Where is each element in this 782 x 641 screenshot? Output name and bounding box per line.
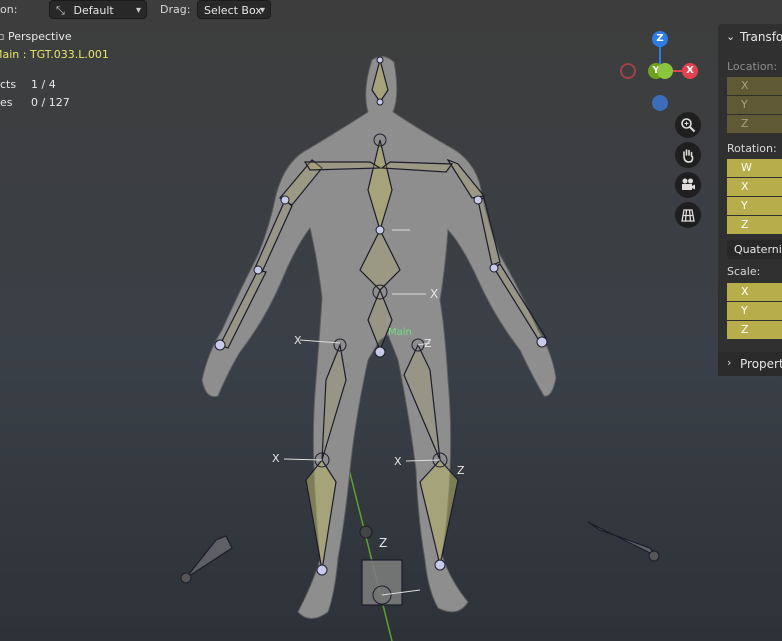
root-widget (361, 559, 403, 606)
chevron-right-icon: › (727, 356, 732, 369)
gizmo-neg-y-axis[interactable] (657, 63, 673, 79)
camera-view-button[interactable] (675, 172, 701, 198)
root-bone-label: Main (388, 327, 412, 338)
rotation-y-field[interactable]: Y (727, 197, 782, 215)
scale-x-field[interactable]: X (727, 283, 782, 301)
shin-right-z-axis-label: Z (457, 464, 465, 477)
scale-z-field[interactable]: Z (727, 321, 782, 339)
rotation-w-field[interactable]: W (727, 159, 782, 177)
thigh-x-axis-label: X (294, 334, 302, 347)
pan-button[interactable] (675, 142, 701, 168)
shin-x-axis-label: X (272, 452, 280, 465)
properties-subpanel[interactable]: › Properti (718, 352, 782, 376)
bone-clavicle-left (303, 161, 383, 171)
hand-icon (683, 149, 694, 163)
location-z-field[interactable]: Z (727, 115, 782, 133)
rotation-z-field[interactable]: Z (727, 216, 782, 234)
gizmo-z-axis[interactable]: Z (652, 31, 668, 47)
gizmo-x-axis[interactable]: X (682, 63, 698, 79)
scale-y-field[interactable]: Y (727, 302, 782, 320)
shin-right-x-axis-label: X (394, 455, 402, 468)
location-label: Location: (727, 60, 778, 73)
gizmo-neg-z-axis[interactable] (652, 95, 668, 111)
camera-icon (682, 178, 695, 190)
gizmo-neg-x-axis[interactable] (620, 63, 636, 79)
rotation-x-field[interactable]: X (727, 178, 782, 196)
hips-x-axis-label: X (430, 287, 439, 301)
zoom-icon (681, 118, 696, 133)
root-z-axis-label: Z (379, 536, 388, 550)
rotation-label: Rotation: (727, 142, 777, 155)
rotation-mode-dropdown[interactable]: Quaternio (727, 240, 782, 259)
scale-label: Scale: (727, 265, 761, 278)
sidebar-panel: ⌄ Transfo Location: X Y Z Rotation: W X … (718, 24, 782, 376)
grid-icon (681, 209, 695, 222)
properties-panel-title: Properti (740, 357, 782, 371)
transform-panel-title[interactable]: Transfo (740, 30, 782, 44)
zoom-button[interactable] (675, 112, 701, 138)
location-x-field[interactable]: X (727, 77, 782, 95)
chevron-down-icon[interactable]: ⌄ (726, 30, 735, 43)
ik-target-left (185, 535, 233, 579)
navigation-gizmo[interactable]: Z Y X (615, 28, 705, 118)
y-axis-line (347, 464, 393, 641)
perspective-toggle-button[interactable] (675, 202, 701, 228)
ik-target-right (587, 521, 657, 557)
location-y-field[interactable]: Y (727, 96, 782, 114)
thigh-z-axis-label: Z (424, 337, 432, 350)
